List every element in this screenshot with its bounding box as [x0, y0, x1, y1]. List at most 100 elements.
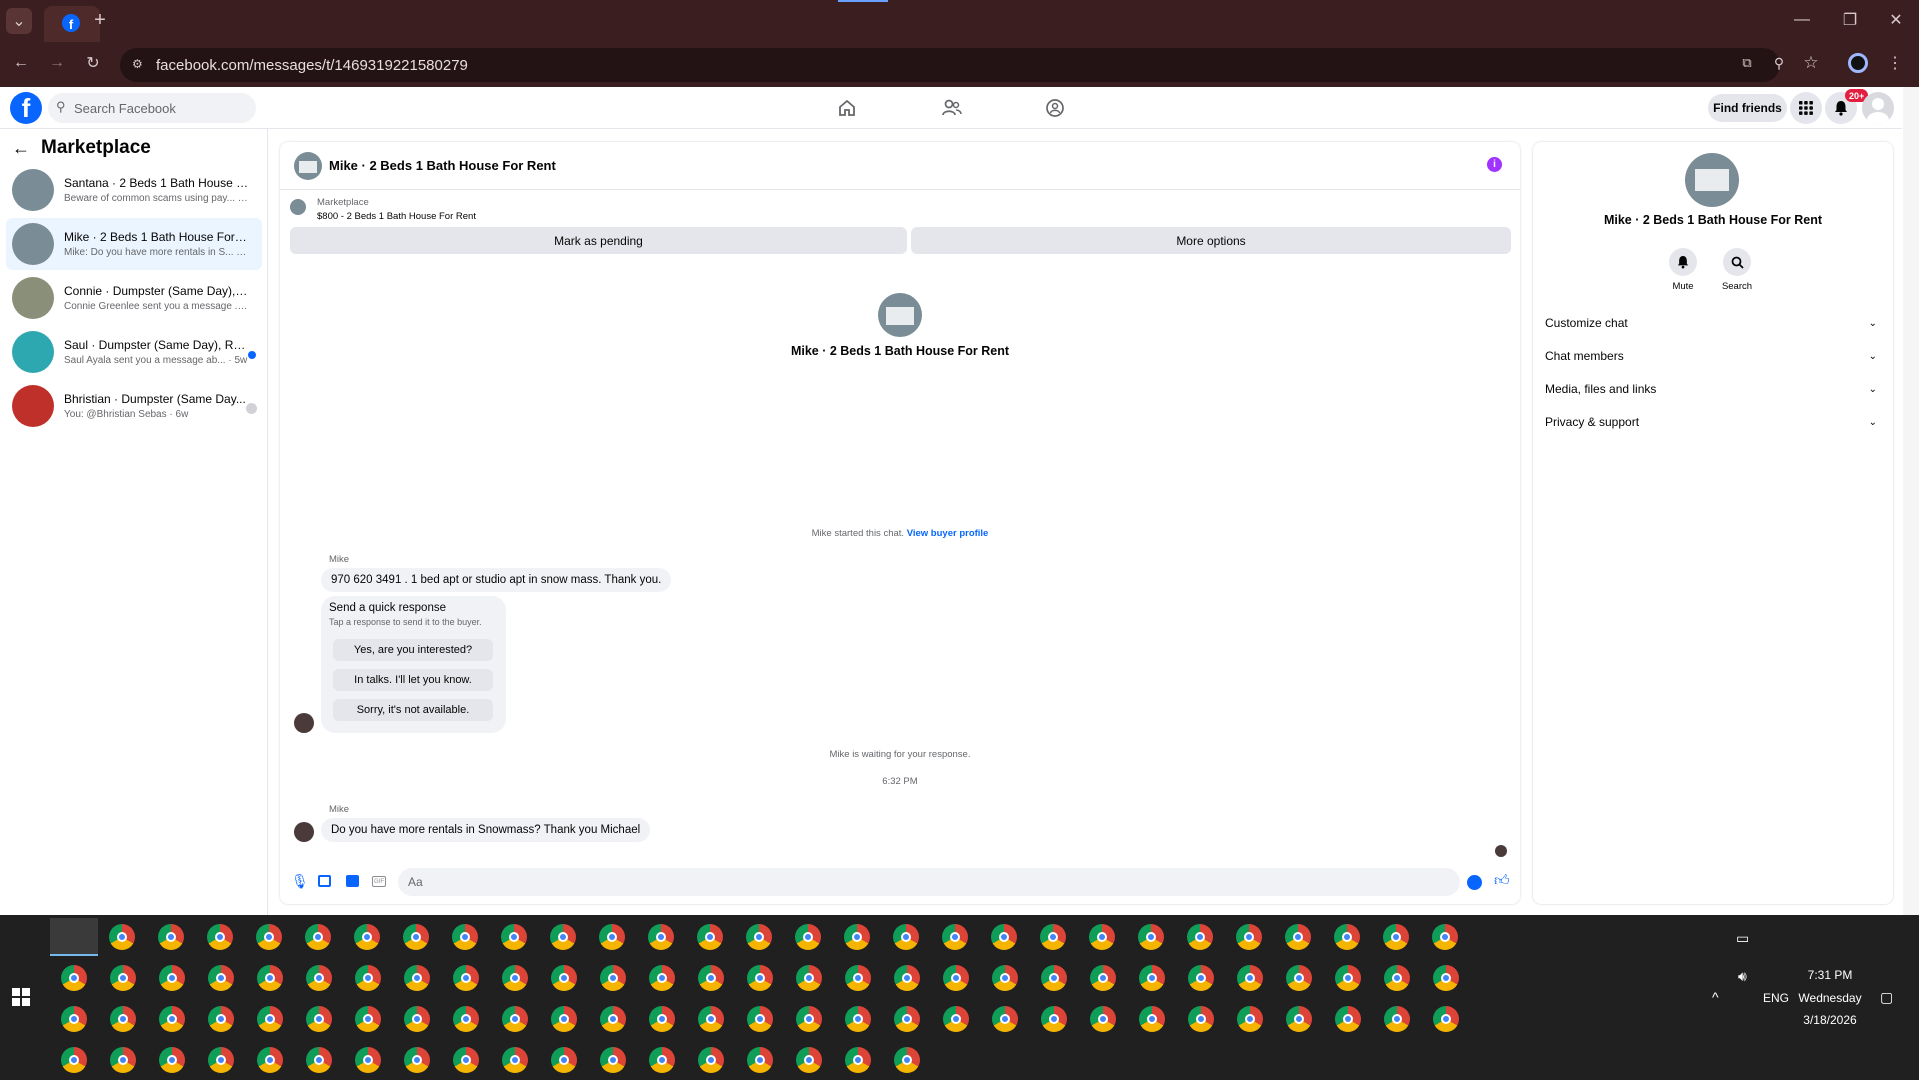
conversation-item[interactable]: Bhristian · Dumpster (Same Day... You: @B…	[6, 380, 262, 432]
minimize-button[interactable]: —	[1790, 8, 1814, 32]
chrome-taskbar-icon[interactable]	[551, 1047, 577, 1073]
conversation-item[interactable]: Santana · 2 Beds 1 Bath House For ... Bew…	[6, 164, 262, 216]
chrome-taskbar-icon[interactable]	[894, 1047, 920, 1073]
chrome-taskbar-icon[interactable]	[453, 965, 479, 991]
quick-response-in-talks[interactable]: In talks. I'll let you know.	[333, 669, 493, 691]
chrome-taskbar-icon[interactable]	[1139, 965, 1165, 991]
quick-response-not-available[interactable]: Sorry, it's not available.	[333, 699, 493, 721]
chrome-taskbar-icon[interactable]	[159, 1047, 185, 1073]
profile-icon[interactable]	[1848, 53, 1868, 73]
pinned-app-icon[interactable]	[50, 918, 98, 956]
network-icon[interactable]: ▭	[1736, 930, 1749, 947]
chrome-taskbar-icon[interactable]	[159, 1006, 185, 1032]
sender-avatar[interactable]	[294, 822, 314, 842]
message-bubble[interactable]: Do you have more rentals in Snowmass? Th…	[321, 818, 651, 842]
chrome-taskbar-icon[interactable]	[306, 965, 332, 991]
notification-center-icon[interactable]: ▢	[1880, 989, 1893, 1006]
chrome-taskbar-icon[interactable]	[1334, 924, 1360, 950]
chrome-taskbar-icon[interactable]	[1041, 965, 1067, 991]
chrome-taskbar-icon[interactable]	[257, 1047, 283, 1073]
chrome-taskbar-icon[interactable]	[747, 1047, 773, 1073]
chrome-taskbar-icon[interactable]	[1188, 965, 1214, 991]
chrome-taskbar-icon[interactable]	[1384, 1006, 1410, 1032]
chrome-taskbar-icon[interactable]	[844, 924, 870, 950]
chrome-taskbar-icon[interactable]	[403, 924, 429, 950]
listing-title[interactable]: $800 - 2 Beds 1 Bath House For Rent	[317, 211, 476, 222]
chat-header-avatar[interactable]	[294, 152, 322, 180]
mark-pending-button[interactable]: Mark as pending	[290, 227, 907, 254]
chrome-taskbar-icon[interactable]	[796, 1006, 822, 1032]
chrome-taskbar-icon[interactable]	[355, 1047, 381, 1073]
quick-response-yes[interactable]: Yes, are you interested?	[333, 639, 493, 661]
back-button[interactable]: ←	[8, 50, 34, 76]
chrome-taskbar-icon[interactable]	[257, 965, 283, 991]
more-options-button[interactable]: More options	[911, 227, 1511, 254]
conversation-item[interactable]: Mike · 2 Beds 1 Bath House For Rent Mike:…	[6, 218, 262, 270]
chrome-taskbar-icon[interactable]	[1286, 1006, 1312, 1032]
chrome-taskbar-icon[interactable]	[1384, 965, 1410, 991]
chrome-taskbar-icon[interactable]	[355, 965, 381, 991]
chrome-taskbar-icon[interactable]	[453, 1006, 479, 1032]
chrome-taskbar-icon[interactable]	[109, 924, 135, 950]
search-facebook-input[interactable]: ⚲ Search Facebook	[48, 93, 256, 123]
chrome-taskbar-icon[interactable]	[110, 1006, 136, 1032]
thumbs-up-icon[interactable]: 👍︎	[1494, 872, 1510, 890]
chrome-taskbar-icon[interactable]	[599, 924, 625, 950]
clock-day[interactable]: Wednesday	[1790, 991, 1870, 1005]
chrome-taskbar-icon[interactable]	[256, 924, 282, 950]
chrome-taskbar-icon[interactable]	[747, 965, 773, 991]
chrome-taskbar-icon[interactable]	[649, 965, 675, 991]
speaker-icon[interactable]: 🔊︎	[1738, 968, 1747, 985]
chrome-taskbar-icon[interactable]	[1335, 965, 1361, 991]
chrome-taskbar-icon[interactable]	[1285, 924, 1311, 950]
tab-search-button[interactable]: ⌄	[6, 8, 32, 34]
zoom-icon[interactable]: ⚲	[1768, 52, 1790, 74]
restore-button[interactable]: ❐	[1838, 8, 1862, 32]
chrome-taskbar-icon[interactable]	[943, 965, 969, 991]
chrome-taskbar-icon[interactable]	[992, 1006, 1018, 1032]
forward-button[interactable]: →	[44, 50, 70, 76]
chrome-taskbar-icon[interactable]	[1433, 1006, 1459, 1032]
chrome-taskbar-icon[interactable]	[796, 965, 822, 991]
conversation-item[interactable]: Connie · Dumpster (Same Day), Re... Conni…	[6, 272, 262, 324]
language-indicator[interactable]: ENG	[1763, 991, 1789, 1005]
chrome-taskbar-icon[interactable]	[1237, 1006, 1263, 1032]
chrome-taskbar-icon[interactable]	[698, 965, 724, 991]
chrome-taskbar-icon[interactable]	[208, 965, 234, 991]
chrome-taskbar-icon[interactable]	[551, 965, 577, 991]
media-files-row[interactable]: Media, files and links ⌄	[1545, 375, 1885, 403]
site-info-icon[interactable]: ⚙	[132, 57, 143, 71]
chrome-taskbar-icon[interactable]	[306, 1047, 332, 1073]
chrome-taskbar-icon[interactable]	[1187, 924, 1213, 950]
chrome-taskbar-icon[interactable]	[1139, 1006, 1165, 1032]
chat-members-row[interactable]: Chat members ⌄	[1545, 342, 1885, 370]
details-avatar[interactable]	[1685, 153, 1739, 207]
chrome-taskbar-icon[interactable]	[1090, 965, 1116, 991]
chrome-taskbar-icon[interactable]	[110, 1047, 136, 1073]
account-avatar[interactable]	[1862, 92, 1894, 124]
chrome-taskbar-icon[interactable]	[992, 965, 1018, 991]
chrome-taskbar-icon[interactable]	[1286, 965, 1312, 991]
chrome-taskbar-icon[interactable]	[502, 1047, 528, 1073]
chrome-taskbar-icon[interactable]	[453, 1047, 479, 1073]
facebook-logo[interactable]: f	[10, 92, 42, 124]
chrome-taskbar-icon[interactable]	[649, 1047, 675, 1073]
chrome-taskbar-icon[interactable]	[257, 1006, 283, 1032]
chrome-taskbar-icon[interactable]	[845, 965, 871, 991]
chrome-taskbar-icon[interactable]	[942, 924, 968, 950]
nav-home[interactable]	[827, 93, 867, 123]
windows-start-icon[interactable]	[12, 988, 30, 1006]
chrome-taskbar-icon[interactable]	[208, 1047, 234, 1073]
chrome-taskbar-icon[interactable]	[894, 965, 920, 991]
chrome-taskbar-icon[interactable]	[354, 924, 380, 950]
chrome-taskbar-icon[interactable]	[208, 1006, 234, 1032]
chrome-taskbar-icon[interactable]	[404, 965, 430, 991]
chrome-taskbar-icon[interactable]	[697, 924, 723, 950]
privacy-support-row[interactable]: Privacy & support ⌄	[1545, 408, 1885, 436]
chrome-taskbar-icon[interactable]	[1188, 1006, 1214, 1032]
chrome-taskbar-icon[interactable]	[991, 924, 1017, 950]
chrome-taskbar-icon[interactable]	[943, 1006, 969, 1032]
mute-button[interactable]	[1669, 248, 1697, 276]
find-friends-button[interactable]: Find friends	[1708, 94, 1787, 122]
chevron-up-icon[interactable]: ^	[1712, 989, 1719, 1005]
